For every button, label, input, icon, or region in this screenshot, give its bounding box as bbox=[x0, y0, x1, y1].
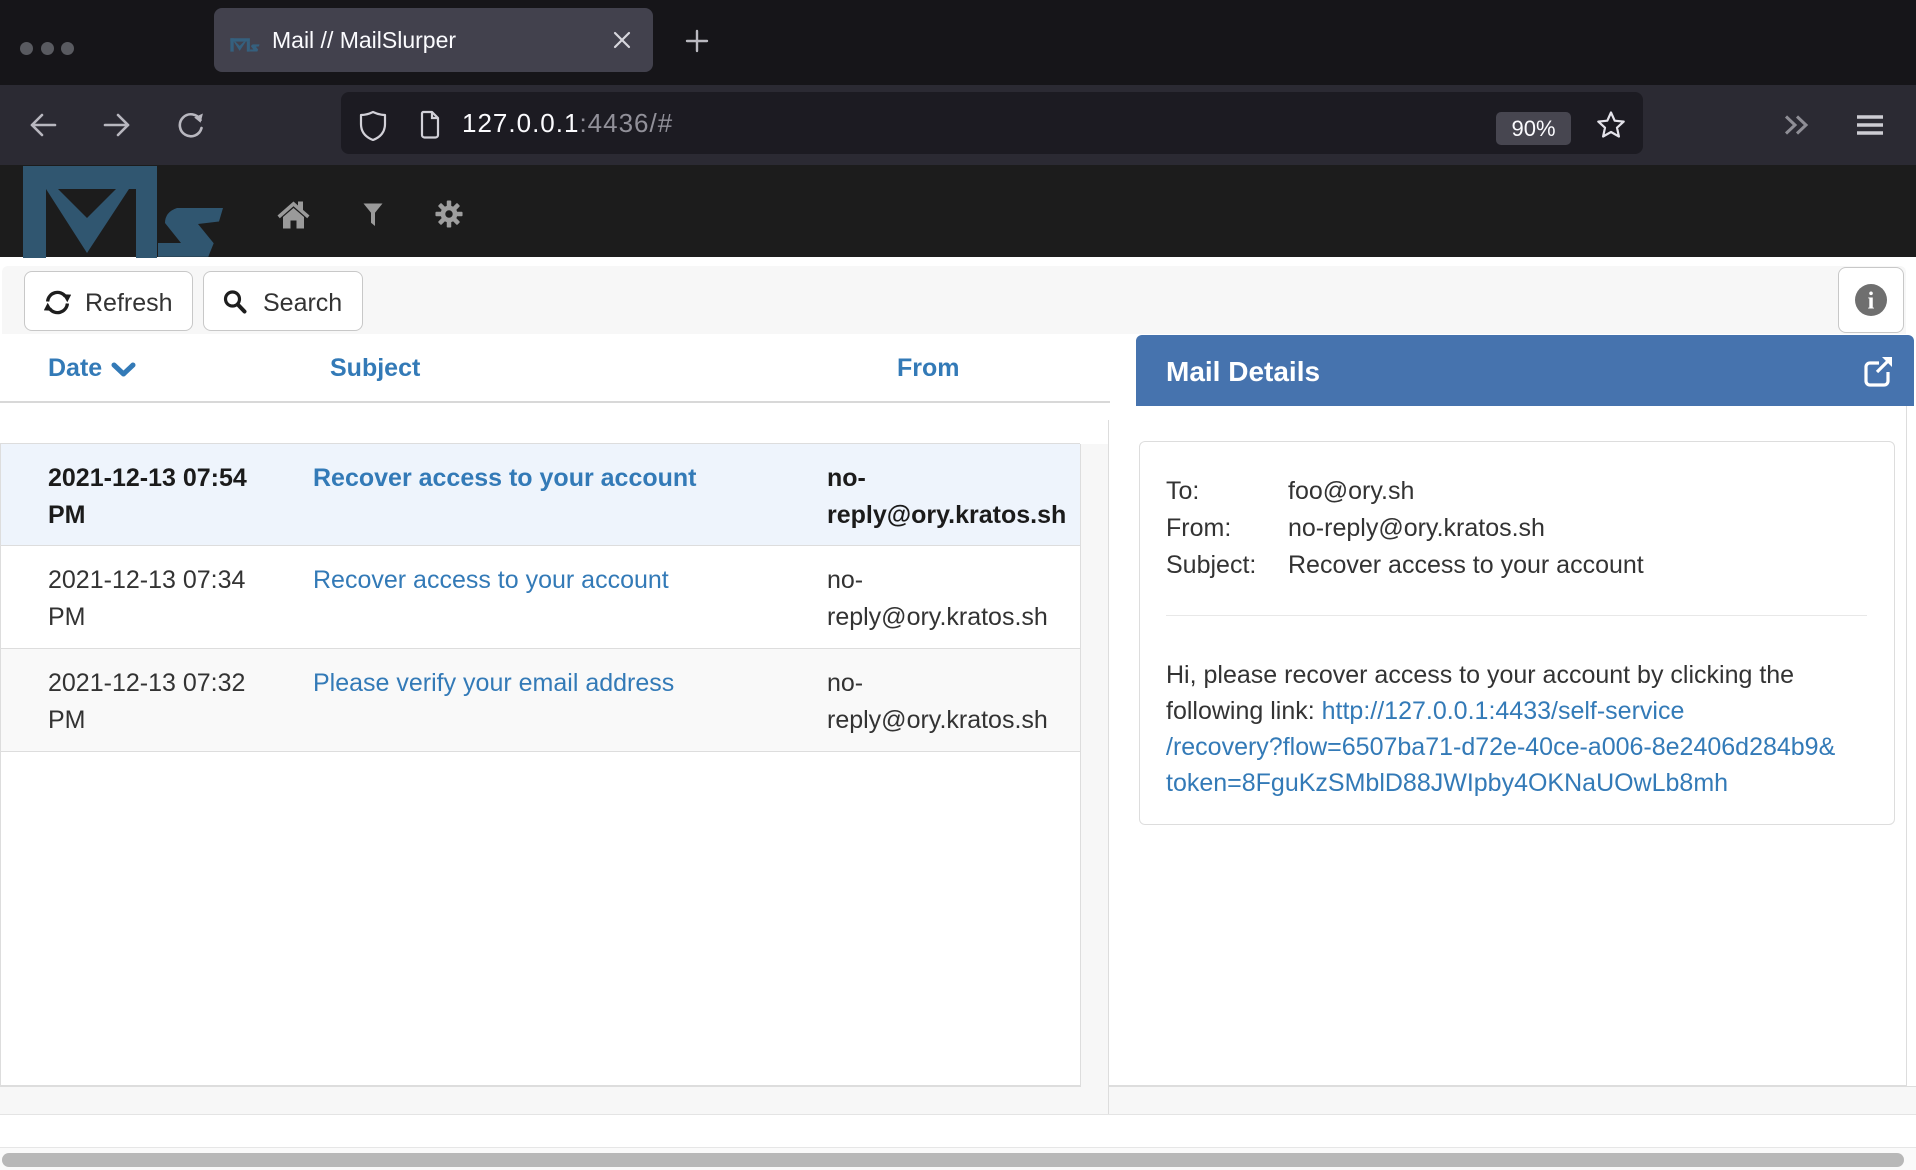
svg-text:i: i bbox=[1868, 289, 1875, 315]
